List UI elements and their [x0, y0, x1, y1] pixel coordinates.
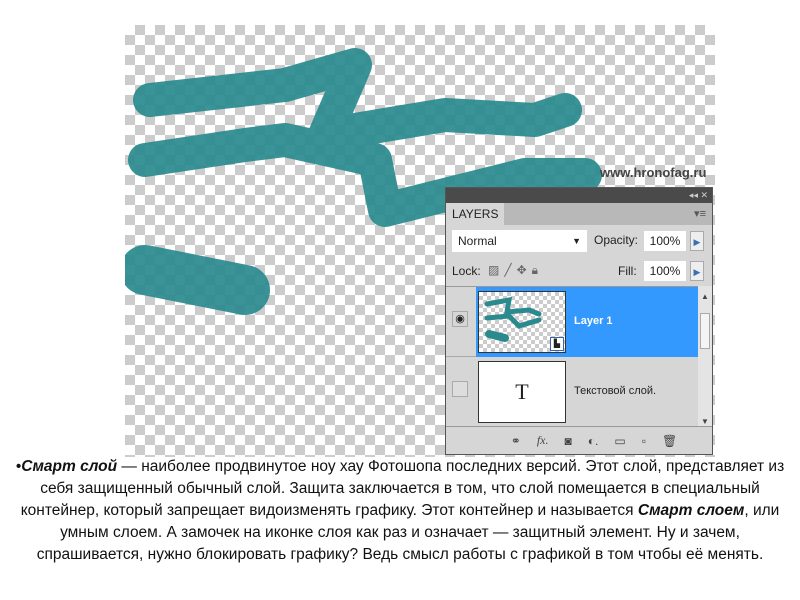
- stroke-1: [133, 48, 582, 152]
- tab-layers[interactable]: LAYERS: [446, 203, 504, 225]
- panel-footer: ⚭ fx. ◙ ◐. ▭ ▫ 🗑︎: [446, 426, 712, 454]
- visibility-toggle[interactable]: [452, 381, 468, 397]
- chevron-down-icon: ▼: [572, 236, 581, 246]
- opacity-label: Opacity:: [594, 233, 639, 247]
- fill-label: Fill:: [618, 264, 637, 278]
- text-layer-thumbnail: T: [478, 361, 566, 423]
- panel-controls[interactable]: ◂◂ ✕: [446, 188, 712, 203]
- trash-icon[interactable]: 🗑︎: [662, 434, 677, 448]
- stroke-3: [125, 245, 270, 315]
- new-layer-icon[interactable]: ▫: [642, 434, 646, 448]
- layer-name: Layer 1: [574, 315, 613, 327]
- lock-label: Lock:: [452, 264, 481, 278]
- caption-text: •Смарт слой — наиболее продвинутое ноу х…: [10, 456, 790, 566]
- opacity-slider-button[interactable]: ▶: [690, 231, 704, 251]
- layers-list: ◉ ▙ Layer 1 T Текстовой слой.: [446, 286, 698, 427]
- eye-icon[interactable]: ◉: [452, 311, 468, 327]
- blend-mode-value: Normal: [458, 234, 497, 248]
- link-icon[interactable]: ⚭: [511, 434, 521, 448]
- lock-all-icon[interactable]: 🔒︎: [532, 263, 543, 277]
- lock-brush-icon[interactable]: ╱: [504, 263, 516, 277]
- opacity-input[interactable]: 100%: [644, 231, 686, 251]
- lock-icons[interactable]: ▨╱✥🔒︎: [488, 263, 543, 278]
- layers-panel: ◂◂ ✕ LAYERS ▾≡ Normal ▼ Opacity: 100% ▶ L…: [445, 187, 713, 455]
- layer-row[interactable]: ◉ ▙ Layer 1: [446, 287, 698, 357]
- term-smart-layer-2: Смарт слоем: [637, 502, 745, 519]
- fx-icon[interactable]: fx.: [537, 433, 549, 448]
- lock-transparency-icon[interactable]: ▨: [488, 263, 504, 277]
- mask-icon[interactable]: ◙: [565, 434, 572, 448]
- fill-slider-button[interactable]: ▶: [690, 261, 704, 281]
- lock-move-icon[interactable]: ✥: [517, 263, 532, 277]
- smart-object-icon: ▙: [550, 337, 564, 351]
- fill-input[interactable]: 100%: [644, 261, 686, 281]
- blend-mode-select[interactable]: Normal ▼: [452, 230, 587, 252]
- adjustment-icon[interactable]: ◐.: [588, 434, 599, 448]
- layer-row[interactable]: T Текстовой слой.: [446, 357, 698, 427]
- term-smart-layer: Смарт слой: [21, 458, 118, 475]
- scrollbar[interactable]: ▲ ▼: [698, 286, 712, 426]
- watermark: www.hronofag.ru: [600, 165, 707, 180]
- layer-name: Текстовой слой.: [574, 385, 657, 397]
- layer-thumbnail: ▙: [478, 291, 566, 353]
- folder-icon[interactable]: ▭: [614, 434, 625, 448]
- panel-menu-icon[interactable]: ▾≡: [694, 207, 706, 220]
